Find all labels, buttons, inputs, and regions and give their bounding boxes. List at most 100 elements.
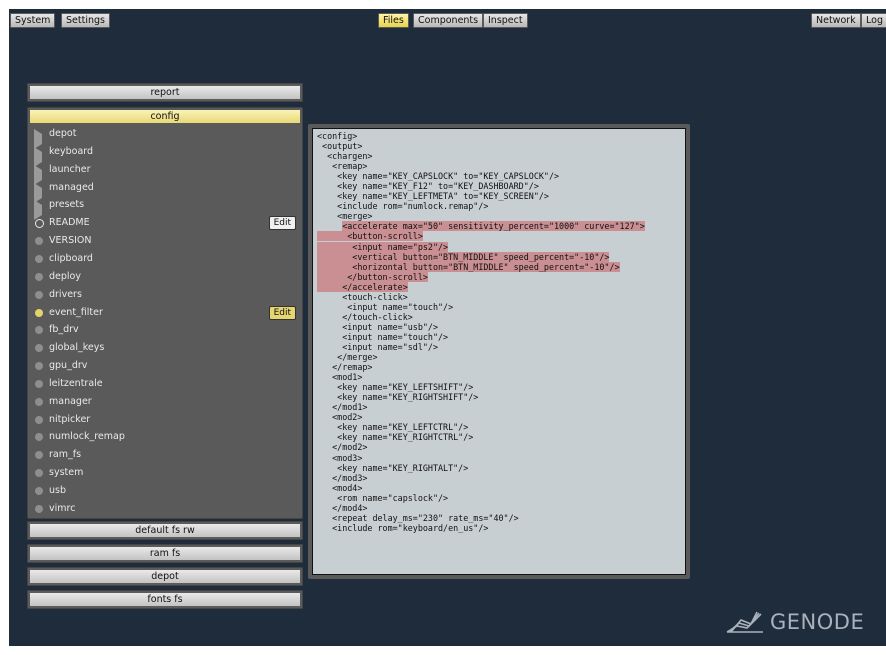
edit-button[interactable]: Edit <box>268 305 296 320</box>
list-item[interactable]: keyboard <box>32 144 298 167</box>
dot-icon <box>35 272 43 281</box>
list-item-label: event_filter <box>49 306 103 318</box>
list-item-label: global_keys <box>49 342 105 354</box>
list-item[interactable]: gpu_drv <box>32 358 298 374</box>
list-item[interactable]: fb_drv <box>32 322 298 338</box>
list-item[interactable]: global_keys <box>32 340 298 356</box>
code-line: <key name="KEY_CAPSLOCK" to="KEY_CAPSLOC… <box>317 171 685 181</box>
list-item[interactable]: system <box>32 465 298 481</box>
genode-logo-icon <box>726 611 763 633</box>
code-line: <vertical button="BTN_MIDDLE" speed_perc… <box>317 251 685 262</box>
list-item[interactable]: drivers <box>32 287 298 303</box>
code-line: <key name="KEY_RIGHTSHIFT"/> <box>317 392 685 402</box>
code-line: <key name="KEY_LEFTCTRL"/> <box>317 422 685 432</box>
list-item[interactable]: depot <box>32 126 298 149</box>
code-text-span: <key name="KEY_RIGHTSHIFT"/> <box>317 392 479 403</box>
list-item[interactable]: ram_fs <box>32 447 298 463</box>
code-text-span: </merge> <box>317 352 378 363</box>
system-button[interactable]: System <box>10 13 56 28</box>
list-item[interactable]: deploy <box>32 269 298 285</box>
list-item[interactable]: clipboard <box>32 251 298 267</box>
code-text-span: <key name="KEY_F12" to="KEY_DASHBOARD"/> <box>317 181 539 192</box>
code-line: <key name="KEY_LEFTMETA" to="KEY_SCREEN"… <box>317 191 685 201</box>
code-line: <remap> <box>317 161 685 171</box>
genode-logo: GENODE <box>725 607 864 637</box>
code-text-span: <mod3> <box>317 452 363 463</box>
dot-icon <box>35 254 43 263</box>
code-line: <key name="KEY_RIGHTALT"/> <box>317 463 685 473</box>
list-item[interactable]: usb <box>32 483 298 499</box>
code-text-span: <config> <box>317 131 358 141</box>
tab-components[interactable]: Components <box>413 13 484 28</box>
report-button[interactable]: report <box>27 83 303 102</box>
code-line: <touch-click> <box>317 292 685 302</box>
code-line: <mod3> <box>317 453 685 463</box>
list-item[interactable]: numlock_remap <box>32 429 298 445</box>
list-item-label: deploy <box>49 270 81 282</box>
code-line: <key name="KEY_F12" to="KEY_DASHBOARD"/> <box>317 181 685 191</box>
settings-button[interactable]: Settings <box>61 13 110 28</box>
config-panel: config depot keyboard launcher managed prese… <box>27 107 303 519</box>
list-item-label: launcher <box>49 163 91 175</box>
list-item-label: presets <box>49 199 85 211</box>
code-text-span: <input name="usb"/> <box>317 321 439 332</box>
list-item[interactable]: managed <box>32 180 298 203</box>
code-line: <include rom="numlock.remap"/> <box>317 201 685 211</box>
default-fs-rw-button[interactable]: default fs rw <box>27 521 303 540</box>
default-fs-rw-label: default fs rw <box>30 524 300 537</box>
code-line: <config> <box>317 131 685 141</box>
selected-text: <vertical button="BTN_MIDDLE" speed_perc… <box>317 251 610 262</box>
list-item[interactable]: README Edit <box>32 215 298 231</box>
text-editor[interactable]: <config> <output> <chargen> <remap> <key… <box>312 128 686 575</box>
list-item[interactable]: presets <box>32 197 298 221</box>
list-item[interactable]: nitpicker <box>32 412 298 428</box>
dot-icon <box>35 451 43 460</box>
list-item[interactable]: manager <box>32 394 298 410</box>
dot-icon <box>35 290 43 299</box>
code-line: </mod1> <box>317 402 685 412</box>
depot-button[interactable]: depot <box>27 567 303 586</box>
code-line: <output> <box>317 141 685 151</box>
selected-text: <button-scroll> <box>317 231 423 242</box>
ram-fs-button[interactable]: ram fs <box>27 544 303 563</box>
code-line: </merge> <box>317 352 685 362</box>
list-item-label: clipboard <box>49 252 93 264</box>
code-text-span: <remap> <box>317 161 368 172</box>
list-item[interactable]: vimrc <box>32 501 298 517</box>
desktop: System Settings Files Components Inspect… <box>9 9 886 646</box>
list-item[interactable]: VERSION <box>32 233 298 249</box>
ring-icon <box>34 218 44 228</box>
list-item-label: keyboard <box>49 145 94 157</box>
dot-icon <box>35 326 43 335</box>
code-text[interactable]: <config> <output> <chargen> <remap> <key… <box>313 129 685 533</box>
code-line: <key name="KEY_RIGHTCTRL"/> <box>317 432 685 442</box>
fonts-fs-button[interactable]: fonts fs <box>27 590 303 609</box>
config-header[interactable]: config <box>30 110 300 123</box>
code-text-span: <key name="KEY_CAPSLOCK" to="KEY_CAPSLOC… <box>317 171 560 182</box>
code-text-span: <repeat delay_ms="230" rate_ms="40"/> <box>317 512 519 523</box>
code-line: <mod1> <box>317 372 685 382</box>
edit-button[interactable]: Edit <box>268 216 296 231</box>
code-text-span: <key name="KEY_RIGHTALT"/> <box>317 462 469 473</box>
code-text-span: <merge> <box>317 211 373 222</box>
list-item-label: gpu_drv <box>49 360 88 372</box>
code-line: <input name="ps2"/> <box>317 241 685 252</box>
log-button[interactable]: Log <box>861 13 886 28</box>
code-line: </mod3> <box>317 473 685 483</box>
code-text-span: <input name="touch"/> <box>317 331 449 342</box>
report-label: report <box>30 86 300 99</box>
list-item[interactable]: event_filter Edit <box>32 305 298 321</box>
code-line: <button-scroll> <box>317 231 685 242</box>
list-item[interactable]: launcher <box>32 162 298 185</box>
list-item[interactable]: leitzentrale <box>32 376 298 392</box>
code-line: </mod2> <box>317 442 685 452</box>
code-line: </touch-click> <box>317 312 685 322</box>
selected-text: </accelerate> <box>317 281 408 292</box>
code-text-span: </remap> <box>317 362 373 373</box>
network-button[interactable]: Network <box>811 13 861 28</box>
code-text-span: <input name="sdl"/> <box>317 341 439 352</box>
code-text-span: <touch-click> <box>317 291 408 302</box>
tab-files[interactable]: Files <box>378 13 409 28</box>
code-line: <include rom="keyboard/en_us"/> <box>317 523 685 533</box>
tab-inspect[interactable]: Inspect <box>483 13 528 28</box>
